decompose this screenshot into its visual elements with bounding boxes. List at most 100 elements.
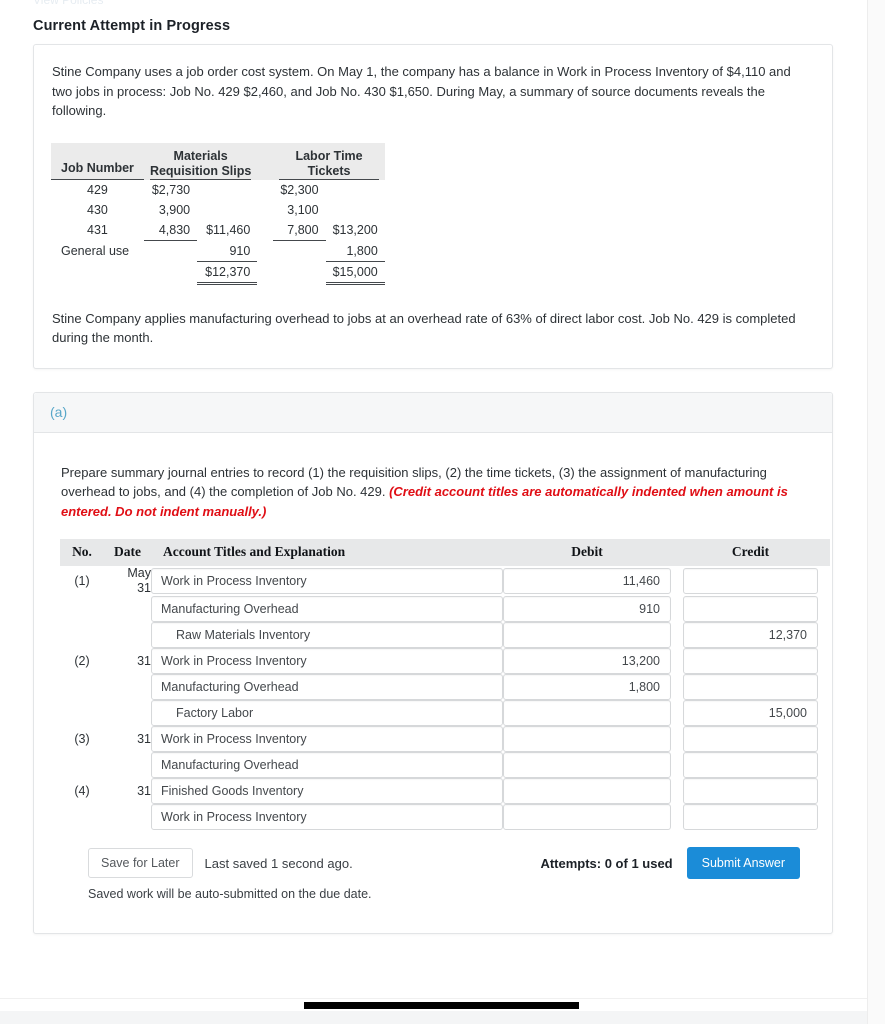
debit-input[interactable]: 910 — [503, 596, 671, 622]
credit-input[interactable]: 12,370 — [683, 622, 818, 648]
credit-cell — [671, 648, 830, 674]
debit-input[interactable]: 11,460 — [503, 568, 671, 594]
col-header-debit: Debit — [503, 539, 671, 566]
account-cell: Manufacturing Overhead — [151, 674, 503, 700]
problem-paragraph-2: Stine Company applies manufacturing over… — [52, 310, 796, 346]
account-title-input[interactable]: Finished Goods Inventory — [151, 778, 503, 804]
horizontal-scrollbar-thumb[interactable] — [304, 1002, 579, 1009]
labor-cell: 7,800 — [273, 220, 326, 241]
horizontal-scrollbar[interactable] — [0, 998, 867, 1011]
debit-input[interactable]: 1,800 — [503, 674, 671, 700]
credit-input[interactable] — [683, 596, 818, 622]
job-number-cell: 431 — [87, 223, 108, 238]
entry-date-cell — [104, 804, 151, 830]
debit-input[interactable] — [503, 700, 671, 726]
account-title-input[interactable]: Manufacturing Overhead — [151, 596, 503, 622]
submit-answer-button[interactable]: Submit Answer — [686, 847, 800, 879]
credit-cell — [671, 726, 830, 752]
materials-cell: 4,830 — [143, 220, 198, 241]
labor-cell — [273, 241, 325, 262]
materials-cell: $2,730 — [151, 182, 191, 197]
materials-total-cell: $11,460 — [206, 223, 251, 238]
credit-input[interactable] — [683, 752, 818, 778]
save-for-later-button[interactable]: Save for Later — [88, 848, 193, 878]
autosubmit-note: Saved work will be auto-submitted on the… — [88, 887, 372, 901]
debit-cell — [503, 752, 671, 778]
problem-card: Stine Company uses a job order cost syst… — [33, 44, 833, 369]
view-policies-link[interactable]: View Policies — [0, 0, 867, 6]
labor-total-cell: 1,800 — [325, 240, 385, 262]
account-title-input[interactable]: Raw Materials Inventory — [151, 622, 503, 648]
debit-input[interactable] — [503, 726, 671, 752]
account-title-input[interactable]: Manufacturing Overhead — [151, 752, 503, 778]
col-header-labor-line1: Labor Time — [295, 148, 363, 163]
credit-cell: 12,370 — [671, 622, 830, 648]
debit-cell — [503, 622, 671, 648]
col-header-job-number: Job Number — [51, 142, 144, 180]
credit-input[interactable] — [683, 648, 818, 674]
entry-date-day: 31 — [137, 581, 151, 595]
part-letter-label: (a) — [50, 403, 68, 420]
credit-cell — [671, 596, 830, 622]
account-title-input[interactable]: Work in Process Inventory — [151, 726, 503, 752]
entry-date-day: 31 — [137, 783, 151, 798]
credit-cell — [671, 674, 830, 700]
debit-cell: 13,200 — [503, 648, 671, 674]
account-cell: Manufacturing Overhead — [151, 596, 503, 622]
vertical-scrollbar[interactable] — [867, 0, 885, 1024]
debit-input[interactable] — [503, 622, 671, 648]
debit-cell: 11,460 — [503, 566, 671, 596]
materials-grand-total: $12,370 — [197, 261, 258, 285]
entry-date-cell — [104, 752, 151, 778]
debit-cell: 1,800 — [503, 674, 671, 700]
page-title: Current Attempt in Progress — [33, 18, 231, 34]
journal-entry-row: Manufacturing Overhead — [60, 752, 830, 778]
account-title-input[interactable]: Work in Process Inventory — [151, 804, 503, 830]
labor-grand-total: $15,000 — [325, 261, 385, 285]
materials-total-cell — [197, 200, 257, 220]
debit-input[interactable] — [503, 778, 671, 804]
credit-input[interactable] — [683, 568, 818, 594]
debit-input[interactable] — [503, 752, 671, 778]
entry-date-cell: 31 — [104, 648, 151, 674]
entry-number-cell: (1) — [74, 574, 90, 588]
table-row: 430 3,900 3,100 — [51, 200, 385, 220]
entry-date-day: 31 — [137, 731, 151, 746]
credit-input[interactable]: 15,000 — [683, 700, 818, 726]
entry-number-cell — [60, 804, 104, 830]
debit-cell — [503, 726, 671, 752]
labor-total-cell — [326, 180, 385, 201]
materials-cell: 3,900 — [158, 203, 191, 217]
credit-input[interactable] — [683, 674, 818, 700]
account-cell: Work in Process Inventory — [151, 648, 503, 674]
credit-cell — [671, 778, 830, 804]
account-cell: Finished Goods Inventory — [151, 778, 503, 804]
credit-input[interactable] — [683, 804, 818, 830]
debit-input[interactable] — [503, 804, 671, 830]
col-header-materials-line2: Requisition Slips — [149, 163, 252, 180]
entry-number-cell — [60, 596, 104, 622]
job-number-cell: General use — [61, 243, 130, 258]
account-title-input[interactable]: Work in Process Inventory — [151, 568, 503, 594]
account-cell: Manufacturing Overhead — [151, 752, 503, 778]
entry-date-month: May — [127, 566, 151, 580]
journal-entry-row: Manufacturing Overhead 910 — [60, 596, 830, 622]
account-title-input[interactable]: Work in Process Inventory — [151, 648, 503, 674]
labor-cell: 3,100 — [287, 203, 319, 217]
entry-date-cell: May 31 — [104, 566, 151, 596]
account-title-input[interactable]: Factory Labor — [151, 700, 503, 726]
entry-date-day: 31 — [137, 653, 151, 668]
debit-cell: 910 — [503, 596, 671, 622]
entry-number-cell — [60, 700, 104, 726]
account-title-input[interactable]: Manufacturing Overhead — [151, 674, 503, 700]
table-row: 429 $2,730 $2,300 — [51, 180, 385, 201]
assignment-page: View Policies Current Attempt in Progres… — [0, 0, 867, 1011]
entry-number-cell — [60, 622, 104, 648]
account-cell: Factory Labor — [151, 700, 503, 726]
materials-cell — [144, 241, 197, 262]
credit-input[interactable] — [683, 778, 818, 804]
entry-date-cell — [104, 700, 151, 726]
entry-date-cell: 31 — [104, 778, 151, 804]
credit-input[interactable] — [683, 726, 818, 752]
debit-input[interactable]: 13,200 — [503, 648, 671, 674]
